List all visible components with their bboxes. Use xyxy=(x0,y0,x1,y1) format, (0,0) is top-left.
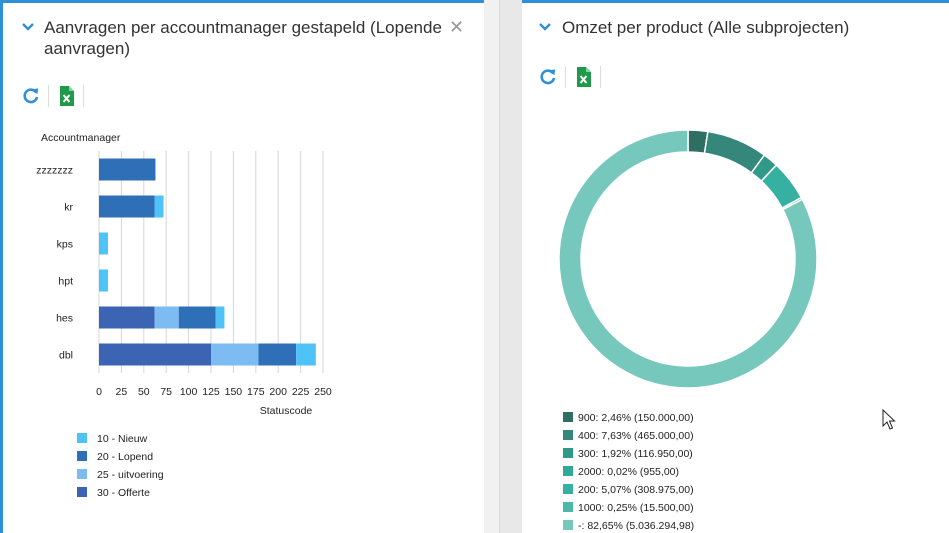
legend-swatch xyxy=(563,520,573,530)
category-label: kps xyxy=(57,239,73,251)
category-label: hes xyxy=(56,313,73,325)
donut-legend: 900: 2,46% (150.000,00) 400: 7,63% (465.0… xyxy=(563,412,694,532)
bar-segment[interactable] xyxy=(99,306,155,329)
dashboard: Aanvragen per accountmanager gestapeld (… xyxy=(0,0,949,533)
legend-label: -: 82,65% (5.036.294,98) xyxy=(578,520,694,532)
legend-label: 30 - Offerte xyxy=(97,487,150,499)
x-tick-label: 25 xyxy=(116,386,128,398)
widget-toolbar xyxy=(538,66,618,88)
widget-toolbar xyxy=(21,85,101,107)
excel-export-icon[interactable] xyxy=(574,66,594,88)
legend-swatch xyxy=(77,469,87,479)
legend-label: 2000: 0,02% (955,00) xyxy=(578,466,679,478)
panel-gap xyxy=(484,0,522,533)
excel-export-icon[interactable] xyxy=(57,85,77,107)
donut-chart: 900: 2,46% (150.000,00) 400: 7,63% (465.0… xyxy=(558,129,818,532)
scrollbar[interactable] xyxy=(484,0,500,533)
x-tick-label: 125 xyxy=(202,386,220,398)
category-label: zzzzzzz xyxy=(36,165,73,177)
legend-label: 400: 7,63% (465.000,00) xyxy=(578,430,694,442)
legend-swatch xyxy=(563,484,573,494)
widget-requests-per-account-manager: Aanvragen per accountmanager gestapeld (… xyxy=(0,0,484,533)
x-tick-label: 75 xyxy=(160,386,172,398)
bar-segment[interactable] xyxy=(258,343,297,366)
bar-segment[interactable] xyxy=(211,343,259,366)
close-icon[interactable]: ✕ xyxy=(449,18,464,36)
category-labels: zzzzzzz kr kps hpt hes dbl xyxy=(36,165,73,362)
legend-swatch xyxy=(77,451,87,461)
legend-label: 1000: 0,25% (15.500,00) xyxy=(578,502,694,514)
stacked-bar-chart: Accountmanager zzzzzzz kr kps hpt hes dbl 0 25… xyxy=(36,132,332,499)
x-tick-label: 0 xyxy=(96,386,102,398)
mouse-cursor-icon xyxy=(882,409,896,430)
legend-swatch xyxy=(563,466,573,476)
bar-segment[interactable] xyxy=(99,269,108,292)
bar-segment[interactable] xyxy=(99,232,108,255)
donut-slices xyxy=(558,129,818,389)
bar-segment[interactable] xyxy=(296,343,316,366)
legend-label: 10 - Nieuw xyxy=(97,433,148,445)
x-tick-label: 175 xyxy=(247,386,265,398)
legend-swatch xyxy=(563,430,573,440)
widget-title-line-1: Aanvragen per accountmanager gestapeld (… xyxy=(44,18,442,37)
refresh-icon[interactable] xyxy=(21,85,41,107)
widget-title: Aanvragen per accountmanager gestapeld (… xyxy=(44,17,444,59)
x-tick-label: 250 xyxy=(314,386,332,398)
legend-swatch xyxy=(563,502,573,512)
x-tick-label: 150 xyxy=(225,386,243,398)
axis-label-x: Statuscode xyxy=(260,405,313,417)
legend-swatch xyxy=(563,412,573,422)
legend-swatch xyxy=(77,487,87,497)
widget-revenue-per-product: Omzet per product (Alle subprojecten) 90… xyxy=(522,0,949,533)
widget-title: Omzet per product (Alle subprojecten) xyxy=(562,18,850,37)
legend-swatch xyxy=(563,448,573,458)
legend-label: 900: 2,46% (150.000,00) xyxy=(578,412,694,424)
x-tick-label: 50 xyxy=(138,386,150,398)
bar-legend: 10 - Nieuw 20 - Lopend 25 - uitvoering 30 -… xyxy=(77,433,164,499)
category-label: dbl xyxy=(59,350,73,362)
widget-title-line-2: aanvragen) xyxy=(44,39,131,58)
bar-segment[interactable] xyxy=(99,195,155,218)
bar-marks xyxy=(99,158,316,366)
axis-label-y: Accountmanager xyxy=(41,132,121,144)
grid-lines xyxy=(98,151,324,373)
legend-swatch xyxy=(77,433,87,443)
legend-label: 25 - uitvoering xyxy=(97,469,164,481)
legend-label: 200: 5,07% (308.975,00) xyxy=(578,484,694,496)
x-tick-label: 225 xyxy=(292,386,310,398)
x-tick-label: 100 xyxy=(180,386,198,398)
bar-segment[interactable] xyxy=(154,195,164,218)
legend-label: 300: 1,92% (116.950,00) xyxy=(578,448,693,460)
bar-segment[interactable] xyxy=(154,306,179,329)
x-tick-label: 200 xyxy=(269,386,287,398)
bar-segment[interactable] xyxy=(215,306,225,329)
category-label: kr xyxy=(64,202,73,214)
legend-label: 20 - Lopend xyxy=(97,451,153,463)
category-label: hpt xyxy=(58,276,73,288)
bar-segment[interactable] xyxy=(99,343,211,366)
bar-segment[interactable] xyxy=(99,158,156,181)
x-tick-labels: 0 25 50 75 100 125 150 175 200 225 250 xyxy=(96,386,332,398)
bar-segment[interactable] xyxy=(178,306,216,329)
chevron-down-icon[interactable] xyxy=(21,20,35,34)
refresh-icon[interactable] xyxy=(538,66,558,88)
chevron-down-icon[interactable] xyxy=(538,20,552,34)
